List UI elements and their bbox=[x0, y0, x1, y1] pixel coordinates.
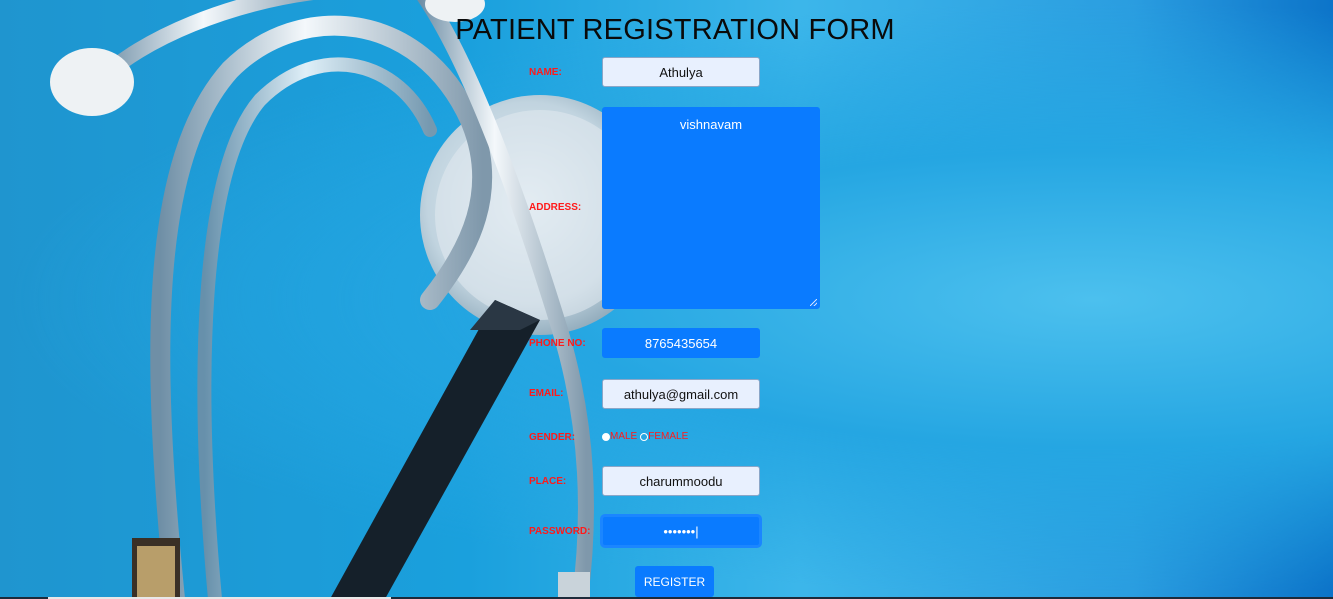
address-label: ADDRESS: bbox=[529, 202, 582, 213]
gender-label: GENDER: bbox=[529, 432, 576, 443]
female-radio-label[interactable]: FEMALE bbox=[648, 431, 688, 442]
password-label: PASSWORD: bbox=[529, 526, 591, 537]
address-value: vishnavam bbox=[679, 117, 743, 132]
male-radio[interactable] bbox=[602, 432, 610, 441]
email-label: EMAIL: bbox=[529, 388, 564, 399]
gender-radio-group: MALE FEMALE bbox=[602, 431, 688, 442]
phone-input[interactable] bbox=[602, 328, 760, 358]
place-input[interactable] bbox=[602, 466, 760, 496]
female-radio[interactable] bbox=[640, 432, 649, 441]
resize-grip-icon[interactable] bbox=[810, 299, 817, 306]
name-input[interactable] bbox=[602, 57, 760, 87]
phone-label: PHONE NO: bbox=[529, 338, 586, 349]
password-input[interactable] bbox=[602, 516, 760, 546]
email-input[interactable] bbox=[602, 379, 760, 409]
place-label: PLACE: bbox=[529, 476, 567, 487]
address-textarea[interactable]: vishnavam bbox=[602, 107, 820, 309]
name-label: NAME: bbox=[529, 67, 562, 78]
register-button[interactable]: REGISTER bbox=[635, 566, 714, 597]
page-title: PATIENT REGISTRATION FORM bbox=[455, 14, 895, 46]
male-radio-label[interactable]: MALE bbox=[610, 431, 637, 442]
